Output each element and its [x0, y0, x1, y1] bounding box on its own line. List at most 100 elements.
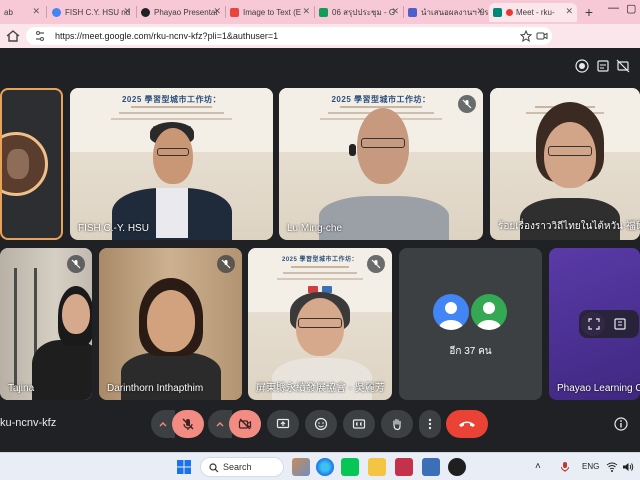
- end-call-icon: [459, 421, 475, 427]
- image-icon: [230, 8, 239, 17]
- present-screen-button[interactable]: [267, 410, 299, 438]
- close-tab-icon[interactable]: ✕: [32, 6, 40, 17]
- minimize-icon[interactable]: —: [608, 2, 619, 14]
- participant-name: FISH C.-Y. HSU: [78, 223, 149, 234]
- browser-tab[interactable]: 06 สรุปประชุม - G ✕: [315, 3, 403, 22]
- participant-tile[interactable]: Tajina: [0, 248, 92, 400]
- cc-icon: [352, 419, 366, 429]
- volume-icon[interactable]: [622, 461, 634, 473]
- emoji-icon: [314, 417, 328, 431]
- chevron-up-icon: [216, 422, 224, 427]
- close-tab-icon[interactable]: ✕: [213, 6, 221, 17]
- wifi-icon[interactable]: [606, 461, 618, 473]
- taskbar-search[interactable]: Search: [200, 457, 284, 477]
- tab-label: Phayao Presentat: [154, 8, 218, 17]
- video-off-icon: [238, 418, 252, 430]
- participant-name: ร้อยเรื่องราววิถีไทยในไต้หวัน 福爾摩沙: [498, 221, 640, 232]
- app-icon[interactable]: [395, 458, 413, 476]
- captions-button[interactable]: [343, 410, 375, 438]
- captions-off-icon[interactable]: [616, 59, 630, 73]
- avatar: [2, 132, 48, 196]
- camera-toggle-button[interactable]: [229, 410, 261, 438]
- browser-tab[interactable]: นำเสนอผลงานฯ ประ ✕: [404, 3, 488, 22]
- teams-icon: [408, 8, 417, 17]
- recording-icon: [506, 9, 513, 16]
- browser-tab[interactable]: Image to Text (E ✕: [226, 3, 314, 22]
- microphone-icon[interactable]: [560, 461, 570, 473]
- photos-app-icon[interactable]: [292, 458, 310, 476]
- file-explorer-icon[interactable]: [368, 458, 386, 476]
- pin-icon[interactable]: [613, 317, 627, 331]
- tab-label: FISH C.Y. HSU nd: [65, 8, 131, 17]
- drive-icon: [319, 8, 328, 17]
- raise-hand-button[interactable]: [381, 410, 413, 438]
- windows-taskbar: Search ˄ ENG: [0, 452, 640, 480]
- line-app-icon[interactable]: [341, 458, 359, 476]
- tab-label: Image to Text (E: [243, 8, 302, 17]
- meet-icon: [493, 8, 502, 17]
- search-label: Search: [223, 462, 252, 472]
- participant-name: Darinthorn Inthapthim: [107, 383, 204, 394]
- close-tab-icon[interactable]: ✕: [565, 6, 573, 17]
- address-bar[interactable]: https://meet.google.com/rku-ncnv-kfz?pli…: [26, 27, 552, 45]
- participant-tile[interactable]: 2025 學習型城市工作坊： 屏東縣永續發展協會 - 吳麗芳: [248, 248, 392, 400]
- notes-icon[interactable]: [596, 59, 610, 73]
- close-tab-icon[interactable]: ✕: [123, 6, 131, 17]
- browser-tab[interactable]: Phayao Presentat ✕: [137, 3, 225, 22]
- mic-off-icon: [367, 255, 385, 273]
- language-indicator[interactable]: ENG: [582, 462, 599, 471]
- participant-name: Phayao Learning C: [557, 383, 640, 394]
- close-tab-icon[interactable]: ✕: [302, 6, 310, 17]
- leave-call-button[interactable]: [446, 410, 488, 438]
- browser-tab[interactable]: ab ✕: [0, 3, 44, 22]
- record-icon[interactable]: [575, 59, 589, 73]
- chevron-up-icon: [159, 422, 167, 427]
- tile-actions: [579, 310, 639, 338]
- present-icon: [276, 418, 290, 429]
- headset-icon: [349, 144, 356, 156]
- bookmark-star-icon[interactable]: [520, 30, 532, 42]
- windows-start-icon[interactable]: [176, 459, 192, 475]
- mic-off-icon: [217, 255, 235, 273]
- participant-name: 屏東縣永續發展協會 - 吳麗芳: [256, 383, 385, 394]
- new-tab-button[interactable]: +: [580, 3, 598, 21]
- tab-label: 06 สรุปประชุม - G: [332, 8, 396, 17]
- edge-icon[interactable]: [316, 458, 334, 476]
- search-icon: [209, 463, 219, 473]
- participant-tile[interactable]: 2025 學習型城市工作坊： Lu Ming-che: [279, 88, 483, 240]
- browser-tab-active[interactable]: Meet - rku- ✕: [489, 3, 577, 22]
- close-tab-icon[interactable]: ✕: [391, 6, 399, 17]
- others-count: อีก 37 คน: [449, 346, 492, 357]
- others-tile[interactable]: อีก 37 คน: [399, 248, 542, 400]
- camera-indicator-icon[interactable]: [536, 30, 548, 42]
- participant-tile[interactable]: Darinthorn Inthapthim: [99, 248, 242, 400]
- participant-tile[interactable]: ร้อยเรื่องราววิถีไทยในไต้หวัน 福爾摩沙: [490, 88, 640, 240]
- slide-title: 2025 學習型城市工作坊：: [331, 95, 431, 104]
- outlook-icon[interactable]: [422, 458, 440, 476]
- more-vert-icon: [428, 418, 432, 430]
- close-tab-icon[interactable]: ✕: [476, 6, 484, 17]
- participant-tile[interactable]: Phayao Learning C: [549, 248, 640, 400]
- frame-icon[interactable]: [587, 317, 601, 331]
- site-icon: [141, 8, 150, 17]
- participant-tile-self[interactable]: [0, 88, 63, 240]
- site-info-icon[interactable]: [34, 30, 46, 42]
- chevron-up-icon[interactable]: ˄: [535, 461, 541, 472]
- media-player-icon[interactable]: [448, 458, 466, 476]
- maximize-icon[interactable]: ▢: [626, 2, 636, 15]
- more-options-button[interactable]: [419, 410, 441, 438]
- home-icon[interactable]: [5, 28, 21, 44]
- mic-off-icon: [458, 95, 476, 113]
- mic-toggle-button[interactable]: [172, 410, 204, 438]
- browser-tab[interactable]: FISH C.Y. HSU nd ✕: [48, 3, 135, 22]
- info-icon[interactable]: [614, 417, 628, 431]
- meeting-code: ku-ncnv-kfz: [0, 417, 57, 429]
- reactions-button[interactable]: [305, 410, 337, 438]
- google-icon: [52, 8, 61, 17]
- avatar: [433, 294, 469, 330]
- participant-tile[interactable]: 2025 學習型城市工作坊： FISH C.-Y. HSU: [70, 88, 273, 240]
- toolbar: https://meet.google.com/rku-ncnv-kfz?pli…: [0, 24, 640, 67]
- hand-icon: [393, 418, 401, 431]
- participant-name: Lu Ming-che: [287, 223, 343, 234]
- mic-off-icon: [182, 418, 194, 430]
